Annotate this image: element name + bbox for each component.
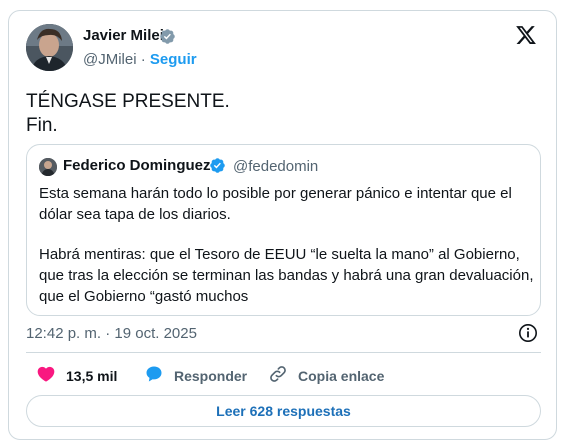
info-icon[interactable] [518, 323, 538, 343]
reply-label: Responder [174, 367, 248, 384]
like-count: 13,5 mil [66, 367, 118, 384]
quoted-author-handle: @fededomin [233, 158, 319, 175]
link-icon [268, 364, 288, 387]
quoted-paragraph: Esta semana harán todo lo posible por ge… [39, 185, 512, 223]
separator: · [140, 51, 146, 68]
read-replies-button[interactable]: Leer 628 respuestas [26, 395, 541, 427]
timestamp[interactable]: 12:42 p. m. · 19 oct. 2025 [26, 325, 197, 342]
author-handle[interactable]: @JMilei [83, 51, 137, 68]
speech-bubble-icon [144, 364, 164, 387]
tweet-line: Fin. [26, 115, 58, 136]
quoted-tweet[interactable]: Federico Dominguez @fededomin Esta seman… [26, 144, 541, 316]
author-name[interactable]: Javier Milei [83, 27, 164, 44]
tweet-text: TÉNGASE PRESENTE. Fin. [26, 90, 230, 138]
divider [26, 352, 541, 353]
quoted-author-name: Federico Dominguez [63, 157, 211, 174]
like-button[interactable]: 13,5 mil [36, 364, 117, 387]
author-meta: @JMilei · Seguir [83, 51, 197, 68]
copy-link-label: Copia enlace [298, 367, 385, 384]
quoted-body: Esta semana harán todo lo posible por ge… [39, 183, 535, 326]
copy-link-button[interactable]: Copia enlace [268, 364, 384, 387]
follow-button[interactable]: Seguir [150, 51, 197, 68]
tweet-card: Javier Milei @JMilei · Seguir TÉNGASE PR… [8, 10, 557, 440]
quoted-avatar [39, 158, 57, 176]
reply-button[interactable]: Responder [144, 364, 247, 387]
x-logo-icon[interactable] [515, 24, 537, 46]
quoted-paragraph: Habrá mentiras: que el Tesoro de EEUU “l… [39, 246, 534, 305]
tweet-line: TÉNGASE PRESENTE. [26, 91, 230, 112]
avatar[interactable] [26, 24, 73, 71]
verified-badge-icon [159, 28, 176, 45]
action-bar: 13,5 mil Responder Copia enlace [26, 364, 541, 388]
heart-icon [36, 364, 56, 387]
verified-badge-icon [209, 157, 226, 174]
